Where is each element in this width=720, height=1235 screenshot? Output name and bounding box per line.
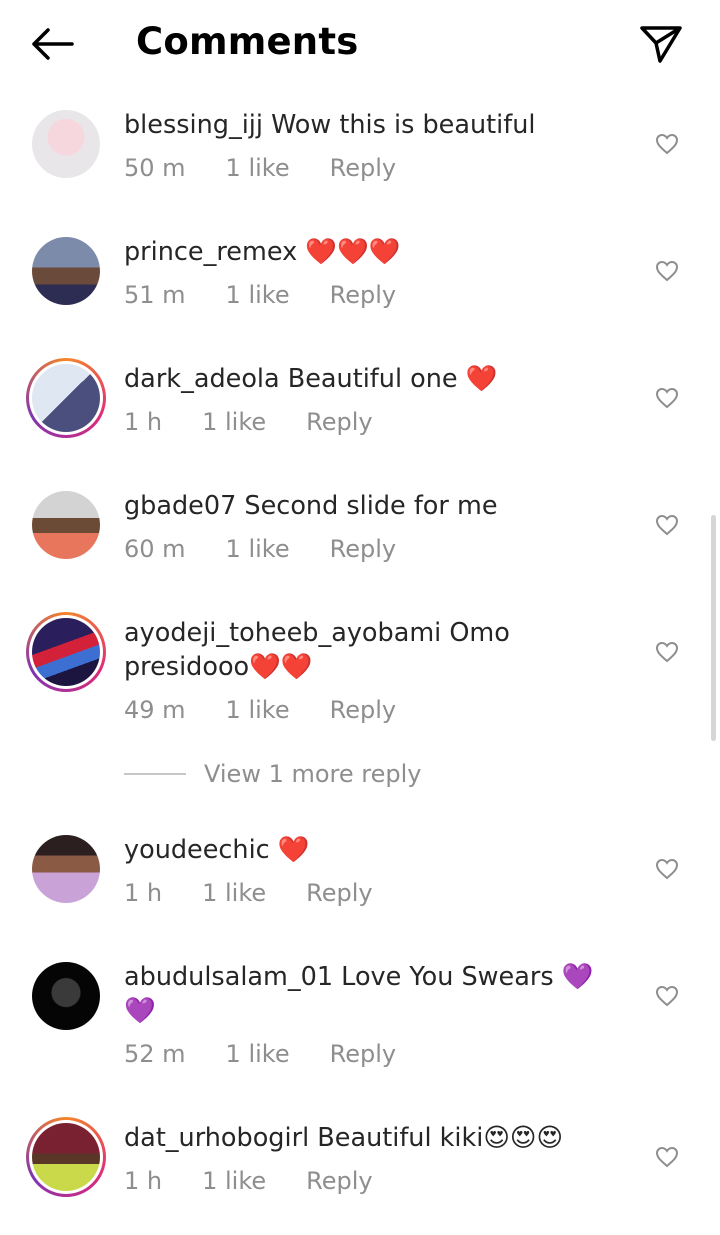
like-button[interactable] <box>652 384 682 412</box>
avatar[interactable] <box>26 231 106 311</box>
comment-text: Beautiful one ❤️ <box>279 364 498 394</box>
back-button[interactable] <box>28 22 76 66</box>
comment-username[interactable]: abudulsalam_01 <box>124 962 333 992</box>
comment-time: 52 m <box>124 1040 186 1068</box>
avatar[interactable] <box>26 1117 106 1197</box>
comment-likes[interactable]: 1 like <box>226 535 290 563</box>
comment-meta: 1 h 1 like Reply <box>124 879 373 907</box>
comment-username[interactable]: blessing_ijj <box>124 110 263 140</box>
comment-username[interactable]: dat_urhobogirl <box>124 1123 309 1153</box>
comment-text: Second slide for me <box>236 491 498 521</box>
comment-username[interactable]: ayodeji_toheeb_ayobami <box>124 618 441 648</box>
comment-meta: 51 m 1 like Reply <box>124 281 396 309</box>
heart-outline-icon <box>655 133 679 155</box>
comment-text: ❤️❤️❤️ <box>297 237 401 267</box>
like-button[interactable] <box>652 855 682 883</box>
view-more-replies-button[interactable]: View 1 more reply <box>124 760 422 788</box>
comment-time: 1 h <box>124 1167 163 1195</box>
comment-meta: 1 h 1 like Reply <box>124 1167 373 1195</box>
heart-outline-icon <box>655 858 679 880</box>
heart-outline-icon <box>655 514 679 536</box>
comment-text: Beautiful kiki😍😍😍 <box>309 1123 564 1153</box>
reply-button[interactable]: Reply <box>330 154 396 182</box>
avatar[interactable] <box>26 829 106 909</box>
reply-button[interactable]: Reply <box>330 1040 396 1068</box>
comment-time: 50 m <box>124 154 186 182</box>
heart-outline-icon <box>655 260 679 282</box>
comment-text: Wow this is beautiful <box>262 110 536 140</box>
heart-outline-icon <box>655 387 679 409</box>
comment-likes[interactable]: 1 like <box>226 696 290 724</box>
comment-time: 49 m <box>124 696 186 724</box>
like-button[interactable] <box>652 638 682 666</box>
like-button[interactable] <box>652 511 682 539</box>
comment-time: 51 m <box>124 281 186 309</box>
comment-likes[interactable]: 1 like <box>226 1040 290 1068</box>
avatar[interactable] <box>26 612 106 692</box>
heart-outline-icon <box>655 641 679 663</box>
comment-meta: 1 h 1 like Reply <box>124 408 373 436</box>
like-button[interactable] <box>652 130 682 158</box>
comment-likes[interactable]: 1 like <box>226 281 290 309</box>
page-title: Comments <box>136 20 359 63</box>
view-more-replies-label: View 1 more reply <box>204 760 422 788</box>
comment-time: 1 h <box>124 408 163 436</box>
divider-line <box>124 773 186 775</box>
avatar[interactable] <box>26 956 106 1036</box>
like-button[interactable] <box>652 257 682 285</box>
reply-button[interactable]: Reply <box>306 1167 372 1195</box>
comment-likes[interactable]: 1 like <box>226 154 290 182</box>
comment-username[interactable]: youdeechic <box>124 835 270 865</box>
comment-time: 1 h <box>124 879 163 907</box>
arrow-left-icon <box>32 28 74 60</box>
heart-outline-icon <box>655 985 679 1007</box>
comment-username[interactable]: dark_adeola <box>124 364 280 394</box>
scrollbar[interactable] <box>711 515 716 741</box>
comment-username[interactable]: prince_remex <box>124 237 297 267</box>
comment-likes[interactable]: 1 like <box>202 879 266 907</box>
comment-meta: 52 m 1 like Reply <box>124 1040 396 1068</box>
comment-time: 60 m <box>124 535 186 563</box>
header-bar: Comments <box>0 0 720 88</box>
like-button[interactable] <box>652 1143 682 1171</box>
comment-text: ❤️ <box>269 835 310 865</box>
heart-outline-icon <box>655 1146 679 1168</box>
comment-meta: 49 m 1 like Reply <box>124 696 396 724</box>
paper-plane-icon <box>640 26 682 63</box>
like-button[interactable] <box>652 982 682 1010</box>
share-button[interactable] <box>636 20 686 68</box>
avatar[interactable] <box>26 104 106 184</box>
reply-button[interactable]: Reply <box>330 281 396 309</box>
reply-button[interactable]: Reply <box>330 696 396 724</box>
reply-button[interactable]: Reply <box>306 408 372 436</box>
comment-username[interactable]: gbade07 <box>124 491 236 521</box>
reply-button[interactable]: Reply <box>330 535 396 563</box>
avatar[interactable] <box>26 358 106 438</box>
comment-meta: 50 m 1 like Reply <box>124 154 396 182</box>
reply-button[interactable]: Reply <box>306 879 372 907</box>
comment-likes[interactable]: 1 like <box>202 408 266 436</box>
comment-meta: 60 m 1 like Reply <box>124 535 396 563</box>
avatar[interactable] <box>26 485 106 565</box>
comment-likes[interactable]: 1 like <box>202 1167 266 1195</box>
